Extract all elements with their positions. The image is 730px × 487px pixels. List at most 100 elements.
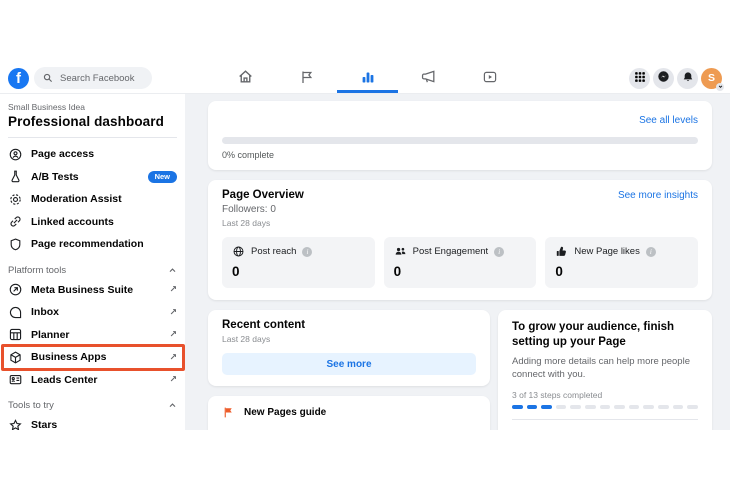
guide-title: New Pages guide xyxy=(244,407,327,418)
step-segment xyxy=(541,405,552,410)
step-segment xyxy=(643,405,655,410)
menu-grid-button[interactable] xyxy=(629,67,650,89)
info-icon[interactable]: i xyxy=(302,246,313,257)
facebook-logo-icon[interactable]: f xyxy=(8,67,29,89)
chevron-up-icon[interactable] xyxy=(168,401,177,410)
facebook-window: f Search Facebook S Small Business Idea … xyxy=(0,63,730,430)
info-icon[interactable]: i xyxy=(645,246,656,257)
top-right-actions: S xyxy=(629,67,724,91)
sidebar-item-label: Inbox xyxy=(31,306,59,319)
sidebar-item-inbox[interactable]: Inbox ↗ xyxy=(8,301,177,324)
sidebar-item-moderation-assist[interactable]: Moderation Assist xyxy=(8,188,177,211)
external-link-icon: ↗ xyxy=(169,306,177,317)
bell-icon xyxy=(682,71,694,86)
followers-count: Followers: 0 xyxy=(222,204,276,215)
sidebar-item-linked-accounts[interactable]: Linked accounts xyxy=(8,211,177,234)
recent-content-period: Last 28 days xyxy=(222,334,271,344)
home-icon xyxy=(237,68,254,88)
metric-label: Post reach xyxy=(251,246,297,257)
tab-pages[interactable] xyxy=(276,63,337,93)
main-content: See all levels 0% complete Page Overview… xyxy=(185,94,730,430)
cube-icon xyxy=(8,350,23,365)
messenger-button[interactable] xyxy=(653,67,674,89)
sidebar-item-label: Moderation Assist xyxy=(31,193,122,206)
section-label: Tools to try xyxy=(8,400,54,411)
top-bar: f Search Facebook S xyxy=(0,63,730,93)
chevron-down-icon xyxy=(716,82,724,91)
left-column: Recent content Last 28 days See more New… xyxy=(208,310,490,430)
step-segment xyxy=(658,405,669,410)
step-segment xyxy=(687,405,698,410)
circle-arrow-icon xyxy=(8,282,23,297)
video-icon xyxy=(482,69,498,88)
metric-new-page-likes[interactable]: New Page likes i 0 xyxy=(545,237,699,288)
search-input[interactable] xyxy=(58,71,143,85)
search-box[interactable] xyxy=(34,67,152,89)
info-icon[interactable]: i xyxy=(494,246,505,257)
avatar-initial: S xyxy=(707,72,715,84)
shield-icon xyxy=(8,237,23,252)
globe-icon xyxy=(232,245,245,258)
page-overview-card: Page Overview See more insights Follower… xyxy=(208,180,712,300)
gear-icon xyxy=(8,192,23,207)
metric-post-reach[interactable]: Post reach i 0 xyxy=(222,237,375,288)
sidebar-item-page-access[interactable]: Page access xyxy=(8,143,177,166)
planner-grid-icon xyxy=(8,327,23,342)
see-more-insights-link[interactable]: See more insights xyxy=(618,190,698,201)
external-link-icon: ↗ xyxy=(169,351,177,362)
chevron-up-icon[interactable] xyxy=(168,266,177,275)
recent-content-title: Recent content xyxy=(222,319,306,331)
step-segment xyxy=(599,405,611,410)
link-icon xyxy=(8,214,23,229)
tab-insights[interactable] xyxy=(337,63,398,93)
step-segment xyxy=(512,405,523,410)
external-link-icon: ↗ xyxy=(169,284,177,295)
sidebar-item-meta-business-suite[interactable]: Meta Business Suite ↗ xyxy=(8,279,177,302)
levels-progress-label: 0% complete xyxy=(222,150,275,160)
flag-icon xyxy=(299,69,315,88)
sidebar-item-label: Planner xyxy=(31,328,70,341)
tab-ads[interactable] xyxy=(398,63,459,93)
page-title: Professional dashboard xyxy=(8,114,164,129)
page-name: Small Business Idea xyxy=(8,102,86,112)
steps-summary: 3 of 13 steps completed xyxy=(512,390,603,401)
section-establish-identity[interactable]: 3 steps left Establish your Page's ident… xyxy=(512,419,698,430)
see-all-levels-link[interactable]: See all levels xyxy=(639,115,698,126)
sidebar-divider xyxy=(8,137,177,138)
notifications-button[interactable] xyxy=(677,67,698,89)
sidebar-item-page-recommendation[interactable]: Page recommendation xyxy=(8,233,177,256)
sidebar-item-ab-tests[interactable]: A/B Tests New xyxy=(8,166,177,189)
step-segment xyxy=(570,405,582,410)
bottom-row: Recent content Last 28 days See more New… xyxy=(208,310,712,430)
sidebar-item-planner[interactable]: Planner ↗ xyxy=(8,324,177,347)
sidebar-item-label: Leads Center xyxy=(31,373,98,386)
main-nav xyxy=(215,63,520,93)
steps-progress xyxy=(512,405,698,410)
step-segment xyxy=(585,405,596,410)
metric-label: New Page likes xyxy=(574,246,640,257)
sidebar-item-business-apps[interactable]: Business Apps ↗ xyxy=(1,344,185,371)
levels-card: See all levels 0% complete xyxy=(208,101,712,170)
chat-bubble-icon xyxy=(8,305,23,320)
megaphone-icon xyxy=(420,68,437,88)
sidebar-item-label: Stars xyxy=(31,419,58,430)
metric-post-engagement[interactable]: Post Engagement i 0 xyxy=(383,237,537,288)
star-icon xyxy=(8,418,23,430)
metric-row: Post reach i 0 Post Engagement i 0 New P… xyxy=(222,237,699,288)
thumbs-up-icon xyxy=(555,245,568,258)
new-pages-guide-card: New Pages guide Easily switch between yo… xyxy=(208,396,490,430)
tab-home[interactable] xyxy=(215,63,276,93)
sidebar-item-label: Page recommendation xyxy=(31,238,144,251)
metric-value: 0 xyxy=(555,264,563,279)
see-more-button[interactable]: See more xyxy=(222,353,476,375)
tab-video[interactable] xyxy=(459,63,520,93)
levels-progress-bar xyxy=(222,137,698,144)
external-link-icon: ↗ xyxy=(169,374,177,385)
metric-label: Post Engagement xyxy=(412,246,489,257)
account-avatar[interactable]: S xyxy=(701,67,724,91)
step-segment xyxy=(614,405,625,410)
sidebar: Small Business Idea Professional dashboa… xyxy=(0,94,185,430)
step-segment xyxy=(526,405,538,410)
sidebar-item-stars[interactable]: Stars xyxy=(8,414,177,430)
sidebar-item-leads-center[interactable]: Leads Center ↗ xyxy=(8,369,177,392)
